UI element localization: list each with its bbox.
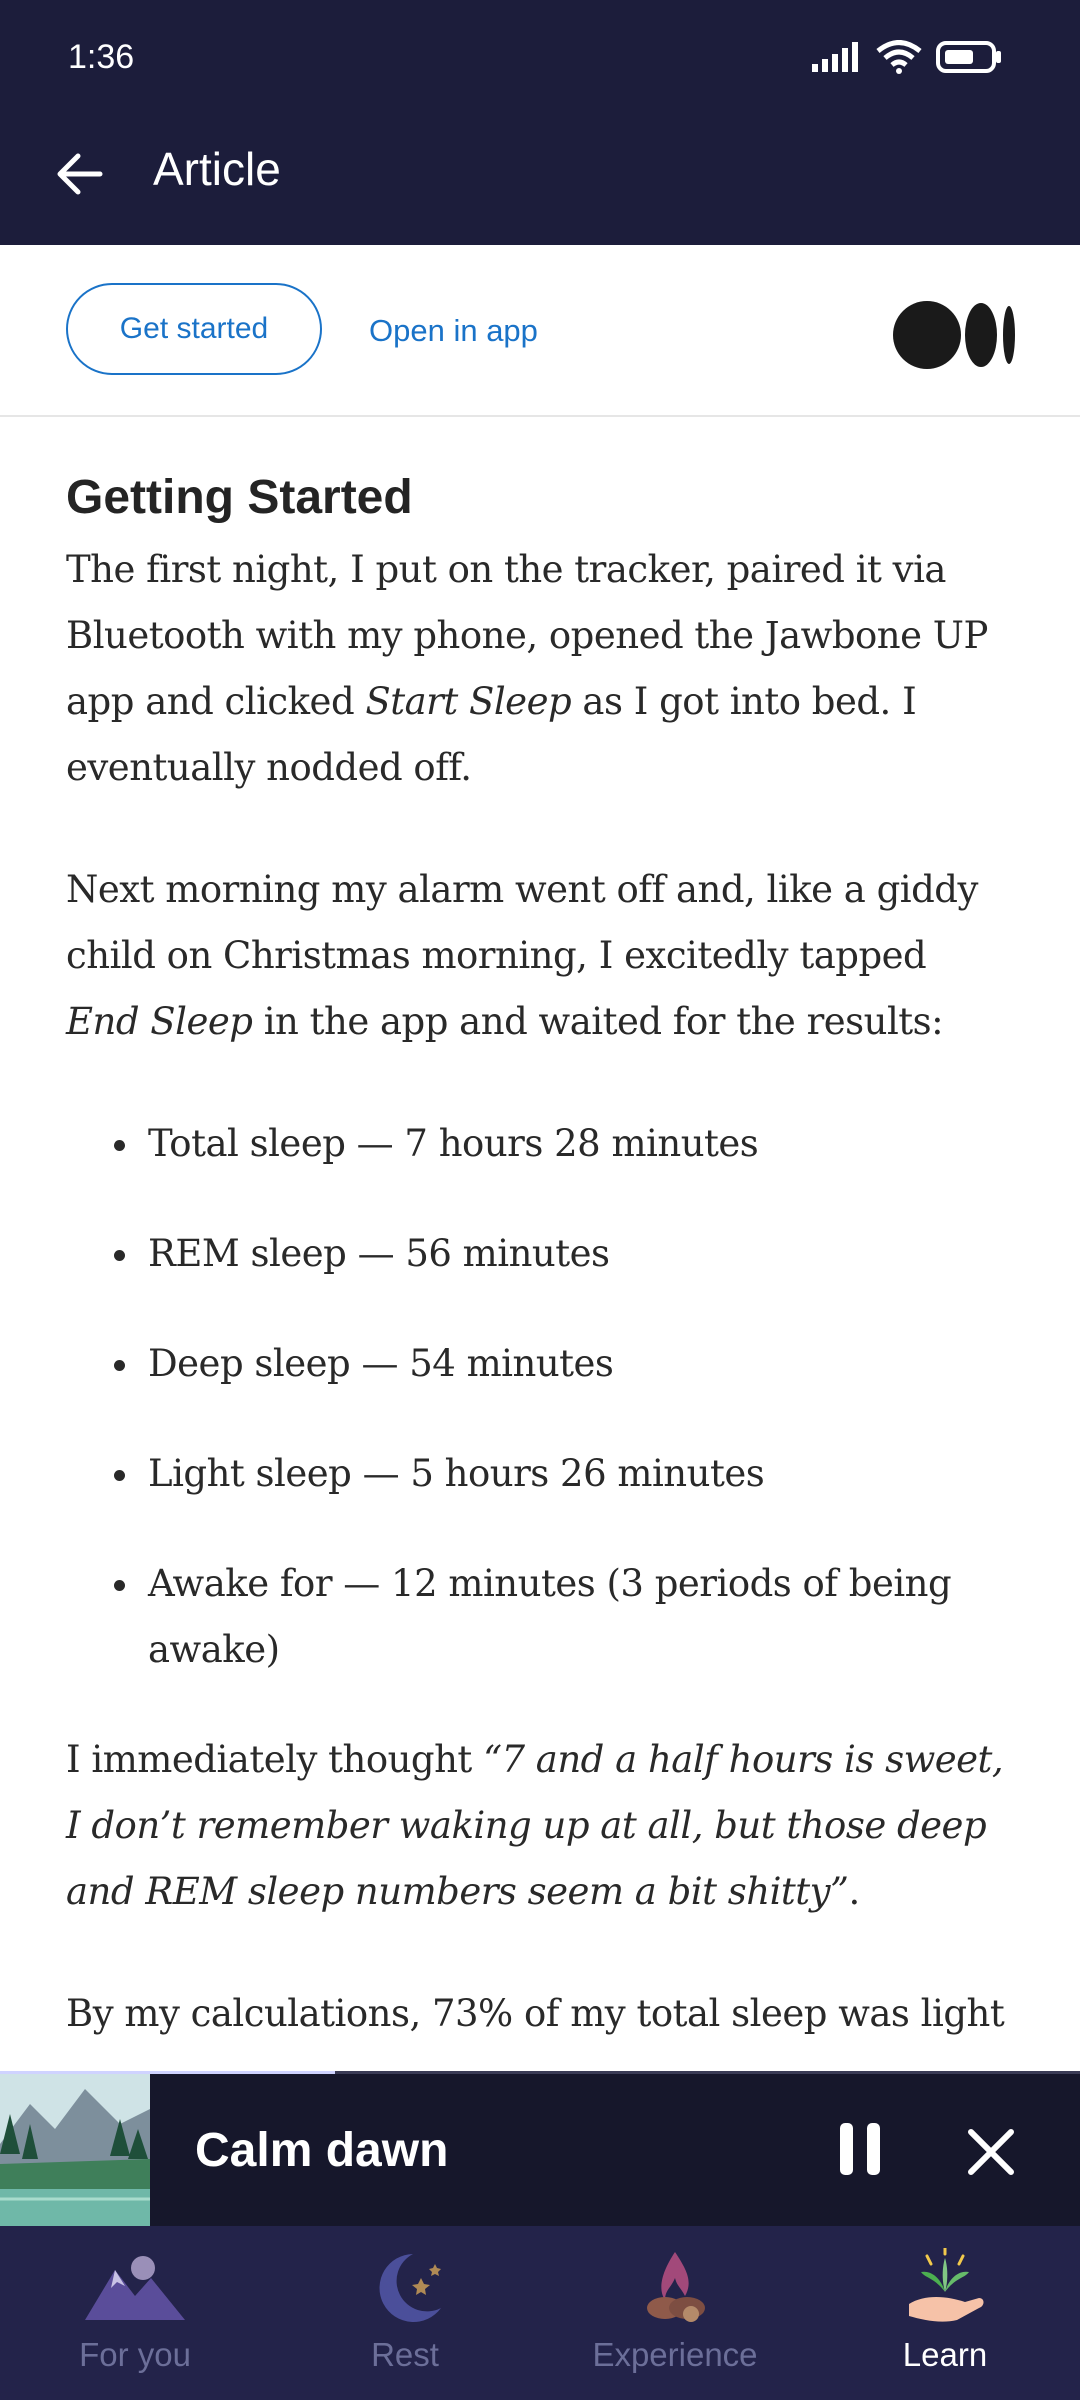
pause-icon[interactable] <box>836 2121 884 2177</box>
nav-label: Experience <box>592 2336 758 2373</box>
sleep-stats-list: Total sleep — 7 hours 28 minutes REM sle… <box>66 1111 1006 1683</box>
track-artwork <box>0 2074 150 2226</box>
mini-player[interactable]: Calm dawn <box>0 2071 1080 2226</box>
paragraph-2: Next morning my alarm went off and, like… <box>66 868 978 1043</box>
nav-item-rest[interactable]: Rest <box>270 2226 540 2400</box>
paragraph-4: By my calculations, 73% of my total slee… <box>66 1992 1005 2035</box>
list-item: Total sleep — 7 hours 28 minutes <box>66 1111 1006 1177</box>
get-started-button[interactable]: Get started <box>66 283 322 375</box>
track-title: Calm dawn <box>195 2124 449 2177</box>
nav-item-learn[interactable]: Learn <box>810 2226 1080 2400</box>
mountain-icon <box>85 2256 185 2320</box>
status-icons <box>812 40 1002 74</box>
battery-icon <box>936 41 1001 73</box>
close-icon[interactable] <box>966 2127 1016 2177</box>
medium-logo-icon[interactable] <box>893 295 1017 375</box>
status-bar: 1:36 <box>0 0 1080 120</box>
progress-track <box>0 2071 1080 2074</box>
list-item: REM sleep — 56 minutes <box>66 1221 1006 1287</box>
paragraph-3: I immediately thought “7 and a half hour… <box>66 1738 1004 1913</box>
section-heading: Getting Started <box>66 471 413 524</box>
open-in-app-link[interactable]: Open in app <box>369 313 538 349</box>
nav-label: For you <box>79 2336 191 2373</box>
bottom-nav: For you Rest Experience Learn <box>0 2226 1080 2400</box>
plant-hand-icon <box>909 2248 984 2322</box>
paragraph-1: The first night, I put on the tracker, p… <box>66 548 988 789</box>
nav-label: Learn <box>902 2336 988 2373</box>
nav-item-for-you[interactable]: For you <box>0 2226 270 2400</box>
nav-label: Rest <box>371 2336 439 2373</box>
back-arrow-icon[interactable] <box>50 144 110 204</box>
web-header: Get started Open in app <box>0 245 1080 417</box>
nav-item-experience[interactable]: Experience <box>540 2226 810 2400</box>
campfire-icon <box>647 2252 705 2322</box>
wifi-icon <box>876 40 922 74</box>
app-title: Article <box>153 143 281 195</box>
list-item: Awake for — 12 minutes (3 periods of bei… <box>66 1551 1006 1683</box>
moon-stars-icon <box>379 2254 441 2322</box>
status-time: 1:36 <box>68 38 135 76</box>
list-item: Light sleep — 5 hours 26 minutes <box>66 1441 1006 1507</box>
list-item: Deep sleep — 54 minutes <box>66 1331 1006 1397</box>
app-bar: Article <box>0 120 1080 245</box>
signal-icon <box>812 42 858 72</box>
article-body: Getting Started The first night, I put o… <box>66 470 1006 2103</box>
